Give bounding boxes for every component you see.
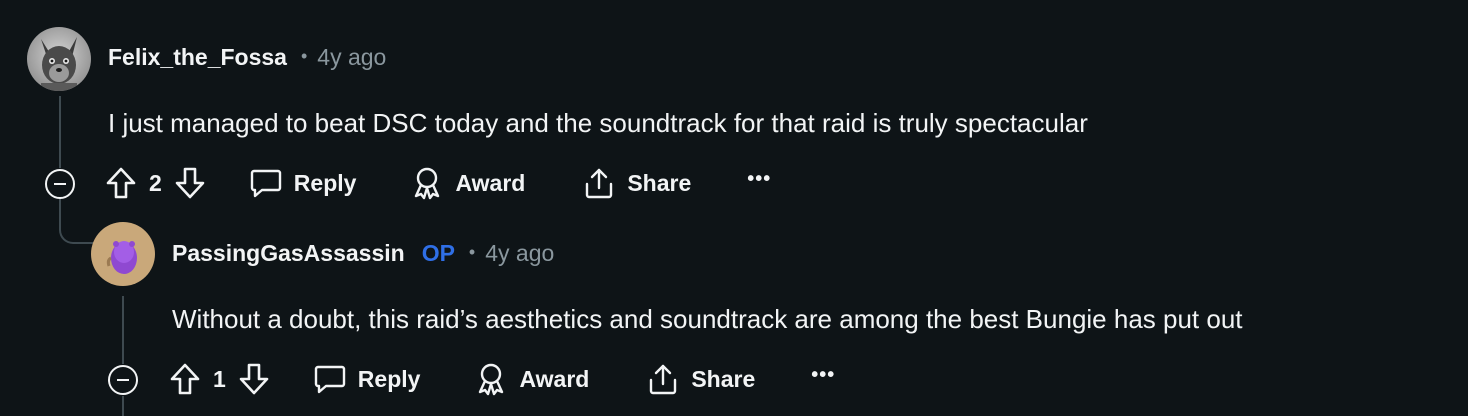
comment-meta: PassingGasAssassin OP • 4y ago [172, 240, 554, 267]
award-label: Award [519, 365, 590, 392]
award-button[interactable]: Award [475, 362, 589, 396]
thread-line-reply-lower [122, 396, 124, 416]
upvote-arrow-icon[interactable] [106, 166, 136, 200]
separator-dot: • [300, 46, 308, 66]
share-button[interactable]: Share [583, 166, 691, 200]
speech-bubble-icon [314, 364, 346, 394]
thread-line-reply-upper [122, 296, 124, 364]
op-badge: OP [421, 240, 455, 266]
vote-group: 1 [170, 362, 269, 396]
timestamp[interactable]: 4y ago [317, 44, 386, 71]
more-options-button[interactable]: ••• [747, 168, 771, 191]
collapse-button[interactable] [45, 169, 75, 199]
username[interactable]: PassingGasAssassin [172, 240, 405, 267]
reply-label: Reply [357, 365, 421, 392]
separator-dot: • [468, 242, 476, 262]
vote-score: 2 [149, 169, 162, 196]
reply-button[interactable]: Reply [314, 364, 421, 394]
award-button[interactable]: Award [411, 166, 525, 200]
avatar[interactable] [91, 222, 155, 286]
downvote-arrow-icon[interactable] [175, 166, 205, 200]
avatar[interactable] [27, 27, 91, 91]
comment-actions: 1 Reply Award Share ••• [170, 359, 835, 399]
thread-connector [59, 198, 95, 244]
share-upload-icon [583, 166, 615, 200]
thread-line-top [59, 96, 61, 168]
snoo-avatar-icon [91, 222, 155, 286]
share-button[interactable]: Share [647, 362, 755, 396]
vote-group: 2 [106, 166, 205, 200]
comment-meta: Felix_the_Fossa • 4y ago [108, 44, 386, 71]
award-label: Award [455, 169, 526, 196]
vote-score: 1 [213, 365, 226, 392]
reply-label: Reply [293, 169, 357, 196]
username[interactable]: Felix_the_Fossa [108, 44, 287, 71]
comment-body: Without a doubt, this raid’s aesthetics … [172, 304, 1243, 334]
comment-thread: Felix_the_Fossa • 4y ago I just managed … [0, 0, 1468, 416]
timestamp[interactable]: 4y ago [485, 240, 554, 267]
award-ribbon-icon [411, 166, 443, 200]
award-ribbon-icon [475, 362, 507, 396]
share-upload-icon [647, 362, 679, 396]
share-label: Share [691, 365, 756, 392]
speech-bubble-icon [250, 168, 282, 198]
downvote-arrow-icon[interactable] [239, 362, 269, 396]
upvote-arrow-icon[interactable] [170, 362, 200, 396]
collapse-button[interactable] [108, 365, 138, 395]
fossa-avatar-icon [27, 27, 91, 91]
reply-button[interactable]: Reply [250, 168, 357, 198]
more-options-button[interactable]: ••• [811, 364, 835, 387]
comment-actions: 2 Reply Award Share ••• [106, 163, 771, 203]
share-label: Share [627, 169, 692, 196]
comment-body: I just managed to beat DSC today and the… [108, 108, 1088, 138]
